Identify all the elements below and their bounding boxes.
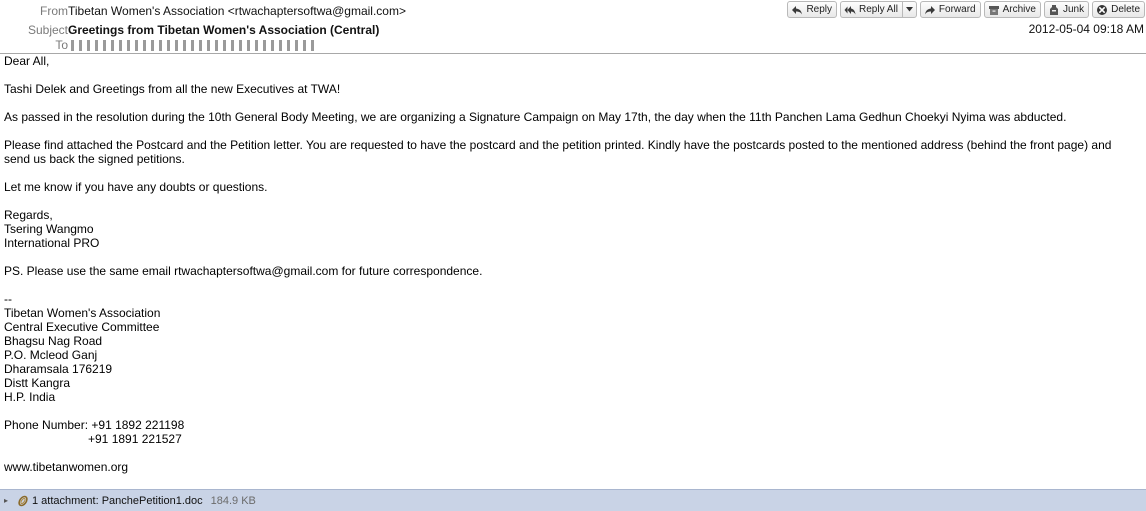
attachment-label[interactable]: 1 attachment: PanchePetition1.doc (32, 495, 203, 507)
body-line-2: As passed in the resolution during the 1… (4, 110, 1067, 124)
reply-all-button[interactable]: Reply All (840, 1, 902, 18)
paperclip-icon (18, 495, 28, 506)
body-line-1: Tashi Delek and Greetings from all the n… (4, 82, 341, 96)
body-line-3b: send us back the signed petitions. (4, 152, 185, 166)
sender-name: Tsering Wangmo (4, 222, 94, 236)
reply-all-label: Reply All (859, 4, 898, 15)
reply-icon (792, 5, 803, 14)
signature-line: Dharamsala 176219 (4, 362, 113, 376)
reply-label: Reply (806, 4, 833, 15)
signature-line: H.P. India (4, 390, 56, 404)
greeting: Dear All, (4, 54, 50, 68)
signature-line: Central Executive Committee (4, 320, 160, 334)
reply-button[interactable]: Reply (787, 1, 838, 18)
regards: Regards, (4, 208, 53, 222)
phone-line-2: +91 1891 221527 (88, 432, 182, 446)
signature-line: P.O. Mcleod Ganj (4, 348, 98, 362)
signature-separator: -- (4, 292, 12, 306)
to-recipients-redacted (71, 40, 319, 52)
subject-value: Greetings from Tibetan Women's Associati… (68, 23, 380, 37)
forward-button[interactable]: Forward (919, 1, 981, 18)
postscript: PS. Please use the same email rtwachapte… (4, 264, 483, 278)
phone-line-1: Phone Number: +91 1892 221198 (4, 418, 185, 432)
archive-button[interactable]: Archive (983, 1, 1041, 18)
junk-icon (1049, 4, 1058, 15)
from-row: FromTibetan Women's Association <rtwacha… (0, 3, 406, 19)
message-date: 2012-05-04 09:18 AM (1028, 22, 1144, 36)
delete-icon (1097, 4, 1108, 15)
message-body: Dear All, Tashi Delek and Greetings from… (4, 54, 1140, 474)
body-line-3a: Please find attached the Postcard and th… (4, 138, 1112, 152)
forward-icon (924, 5, 935, 14)
forward-label: Forward (938, 4, 976, 15)
archive-label: Archive (1002, 4, 1036, 15)
delete-label: Delete (1111, 4, 1140, 15)
signature-line: Tibetan Women's Association (4, 306, 161, 320)
body-line-4: Let me know if you have any doubts or qu… (4, 180, 268, 194)
delete-button[interactable]: Delete (1092, 1, 1145, 18)
attachment-size: 184.9 KB (210, 494, 256, 507)
attachment-bar[interactable]: ▸ 1 attachment: PanchePetition1.doc 184.… (0, 489, 1146, 511)
message-toolbar: Reply Reply All Forward Archive Junk Del… (787, 1, 1145, 20)
expand-twisty-icon[interactable]: ▸ (4, 496, 12, 505)
from-value[interactable]: Tibetan Women's Association <rtwachapter… (68, 3, 406, 19)
subject-label: Subject (27, 23, 68, 37)
junk-label: Junk (1062, 4, 1085, 15)
chevron-down-icon (905, 7, 913, 12)
reply-all-split: Reply All (840, 1, 917, 20)
archive-icon (988, 5, 999, 15)
signature-line: Distt Kangra (4, 376, 71, 390)
reply-all-dropdown[interactable] (901, 1, 917, 18)
message-header: FromTibetan Women's Association <rtwacha… (0, 0, 1146, 54)
subject-row: SubjectGreetings from Tibetan Women's As… (0, 22, 379, 38)
from-label: From (40, 4, 68, 18)
to-label: To (55, 38, 68, 52)
to-row: To (0, 37, 319, 53)
reply-all-icon (844, 5, 856, 14)
signature-line: Bhagsu Nag Road (4, 334, 103, 348)
junk-button[interactable]: Junk (1043, 1, 1090, 18)
sender-role: International PRO (4, 236, 100, 250)
website-link[interactable]: www.tibetanwomen.org (4, 460, 1140, 474)
